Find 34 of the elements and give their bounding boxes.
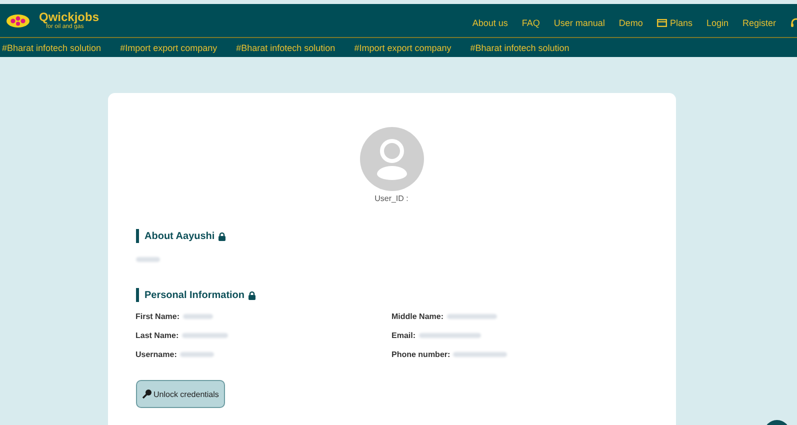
blurred-value [446,314,497,319]
user-id-label: User_ID : [374,194,408,203]
key-icon [142,389,152,399]
blurred-value [453,352,508,357]
unlock-credentials-button[interactable]: Unlock credentials [136,380,225,408]
logo-icon [6,14,30,28]
hashtag-link[interactable]: #Bharat infotech solution [236,42,336,52]
brand-name[interactable]: Qwickjobs [39,11,100,23]
section-heading: About Aayushi [136,229,648,243]
blurred-text [136,257,160,262]
nav-link[interactable]: Register [742,18,776,28]
avatar-icon [360,127,424,191]
field-label: Phone number: [392,350,450,359]
blurred-value [180,352,214,357]
field-label: Middle Name: [392,312,444,321]
hashtag-link[interactable]: #Import export company [120,42,218,52]
hashtag-link[interactable]: #Bharat infotech solution [2,42,102,52]
nav-link[interactable]: Demo [618,18,643,28]
blurred-value [182,314,213,319]
nav-link[interactable]: Login [706,18,728,28]
nav-link[interactable]: User manual [554,18,605,28]
field-label: First Name: [136,312,180,321]
nav-link[interactable]: FAQ [522,18,540,28]
card-icon [656,18,667,26]
field-label: Username: [136,350,177,359]
nav-link[interactable]: About us [472,18,508,28]
blurred-value [182,333,228,338]
field-label: Email: [392,331,416,340]
field-label: Last Name: [136,331,179,340]
hashtag-link[interactable]: #Bharat infotech solution [470,42,570,52]
hashtag-link[interactable]: #Import export company [354,42,452,52]
blurred-value [418,333,481,338]
nav-link[interactable]: Plans [656,18,692,28]
section-heading: Personal Information [136,288,648,302]
